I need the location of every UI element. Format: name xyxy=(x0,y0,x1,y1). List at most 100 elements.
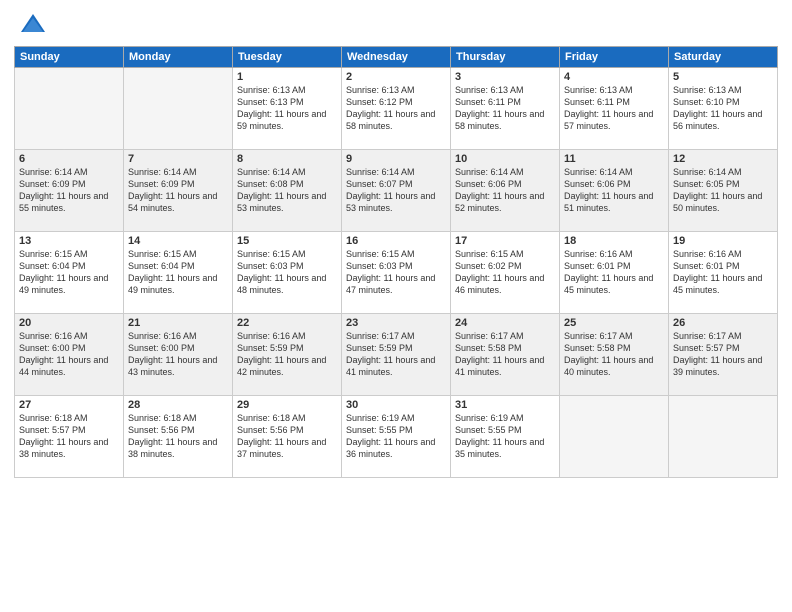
calendar-cell: 23Sunrise: 6:17 AMSunset: 5:59 PMDayligh… xyxy=(342,314,451,396)
day-info: Sunrise: 6:19 AMSunset: 5:55 PMDaylight:… xyxy=(346,412,446,461)
calendar-cell: 31Sunrise: 6:19 AMSunset: 5:55 PMDayligh… xyxy=(451,396,560,478)
day-info: Sunrise: 6:14 AMSunset: 6:09 PMDaylight:… xyxy=(19,166,119,215)
day-number: 21 xyxy=(128,317,228,329)
day-info: Sunrise: 6:17 AMSunset: 5:58 PMDaylight:… xyxy=(564,330,664,379)
day-number: 3 xyxy=(455,71,555,83)
calendar-cell: 4Sunrise: 6:13 AMSunset: 6:11 PMDaylight… xyxy=(560,68,669,150)
day-info: Sunrise: 6:18 AMSunset: 5:56 PMDaylight:… xyxy=(128,412,228,461)
day-number: 14 xyxy=(128,235,228,247)
calendar-cell: 27Sunrise: 6:18 AMSunset: 5:57 PMDayligh… xyxy=(15,396,124,478)
day-info: Sunrise: 6:17 AMSunset: 5:59 PMDaylight:… xyxy=(346,330,446,379)
calendar-cell: 28Sunrise: 6:18 AMSunset: 5:56 PMDayligh… xyxy=(124,396,233,478)
day-info: Sunrise: 6:14 AMSunset: 6:07 PMDaylight:… xyxy=(346,166,446,215)
day-number: 27 xyxy=(19,399,119,411)
weekday-header-wednesday: Wednesday xyxy=(342,47,451,68)
calendar-cell: 2Sunrise: 6:13 AMSunset: 6:12 PMDaylight… xyxy=(342,68,451,150)
day-number: 31 xyxy=(455,399,555,411)
day-info: Sunrise: 6:13 AMSunset: 6:11 PMDaylight:… xyxy=(564,84,664,133)
day-number: 16 xyxy=(346,235,446,247)
day-info: Sunrise: 6:16 AMSunset: 6:01 PMDaylight:… xyxy=(564,248,664,297)
day-info: Sunrise: 6:14 AMSunset: 6:08 PMDaylight:… xyxy=(237,166,337,215)
day-number: 28 xyxy=(128,399,228,411)
weekday-header-friday: Friday xyxy=(560,47,669,68)
calendar-cell xyxy=(15,68,124,150)
weekday-header-saturday: Saturday xyxy=(669,47,778,68)
day-number: 5 xyxy=(673,71,773,83)
day-number: 11 xyxy=(564,153,664,165)
calendar-cell: 3Sunrise: 6:13 AMSunset: 6:11 PMDaylight… xyxy=(451,68,560,150)
day-info: Sunrise: 6:17 AMSunset: 5:57 PMDaylight:… xyxy=(673,330,773,379)
calendar-cell: 24Sunrise: 6:17 AMSunset: 5:58 PMDayligh… xyxy=(451,314,560,396)
day-info: Sunrise: 6:16 AMSunset: 5:59 PMDaylight:… xyxy=(237,330,337,379)
calendar-cell: 17Sunrise: 6:15 AMSunset: 6:02 PMDayligh… xyxy=(451,232,560,314)
day-info: Sunrise: 6:15 AMSunset: 6:04 PMDaylight:… xyxy=(19,248,119,297)
calendar-cell: 20Sunrise: 6:16 AMSunset: 6:00 PMDayligh… xyxy=(15,314,124,396)
day-number: 4 xyxy=(564,71,664,83)
calendar-cell: 19Sunrise: 6:16 AMSunset: 6:01 PMDayligh… xyxy=(669,232,778,314)
day-info: Sunrise: 6:13 AMSunset: 6:11 PMDaylight:… xyxy=(455,84,555,133)
calendar-cell: 5Sunrise: 6:13 AMSunset: 6:10 PMDaylight… xyxy=(669,68,778,150)
logo xyxy=(14,10,47,38)
calendar-cell: 10Sunrise: 6:14 AMSunset: 6:06 PMDayligh… xyxy=(451,150,560,232)
day-info: Sunrise: 6:18 AMSunset: 5:57 PMDaylight:… xyxy=(19,412,119,461)
day-number: 30 xyxy=(346,399,446,411)
weekday-header-thursday: Thursday xyxy=(451,47,560,68)
day-number: 12 xyxy=(673,153,773,165)
day-info: Sunrise: 6:13 AMSunset: 6:10 PMDaylight:… xyxy=(673,84,773,133)
day-number: 19 xyxy=(673,235,773,247)
day-number: 8 xyxy=(237,153,337,165)
day-info: Sunrise: 6:13 AMSunset: 6:13 PMDaylight:… xyxy=(237,84,337,133)
day-info: Sunrise: 6:16 AMSunset: 6:00 PMDaylight:… xyxy=(128,330,228,379)
calendar-cell: 25Sunrise: 6:17 AMSunset: 5:58 PMDayligh… xyxy=(560,314,669,396)
day-info: Sunrise: 6:16 AMSunset: 6:01 PMDaylight:… xyxy=(673,248,773,297)
day-number: 15 xyxy=(237,235,337,247)
day-info: Sunrise: 6:16 AMSunset: 6:00 PMDaylight:… xyxy=(19,330,119,379)
day-number: 1 xyxy=(237,71,337,83)
calendar-cell: 16Sunrise: 6:15 AMSunset: 6:03 PMDayligh… xyxy=(342,232,451,314)
calendar-cell: 12Sunrise: 6:14 AMSunset: 6:05 PMDayligh… xyxy=(669,150,778,232)
calendar-cell: 29Sunrise: 6:18 AMSunset: 5:56 PMDayligh… xyxy=(233,396,342,478)
calendar-cell: 14Sunrise: 6:15 AMSunset: 6:04 PMDayligh… xyxy=(124,232,233,314)
day-number: 26 xyxy=(673,317,773,329)
day-number: 20 xyxy=(19,317,119,329)
logo-icon xyxy=(19,10,47,38)
day-number: 13 xyxy=(19,235,119,247)
calendar-cell xyxy=(560,396,669,478)
day-number: 24 xyxy=(455,317,555,329)
day-info: Sunrise: 6:15 AMSunset: 6:03 PMDaylight:… xyxy=(346,248,446,297)
day-info: Sunrise: 6:14 AMSunset: 6:09 PMDaylight:… xyxy=(128,166,228,215)
day-number: 22 xyxy=(237,317,337,329)
calendar-cell: 1Sunrise: 6:13 AMSunset: 6:13 PMDaylight… xyxy=(233,68,342,150)
day-info: Sunrise: 6:14 AMSunset: 6:05 PMDaylight:… xyxy=(673,166,773,215)
calendar-cell: 8Sunrise: 6:14 AMSunset: 6:08 PMDaylight… xyxy=(233,150,342,232)
day-number: 18 xyxy=(564,235,664,247)
day-info: Sunrise: 6:15 AMSunset: 6:03 PMDaylight:… xyxy=(237,248,337,297)
day-number: 6 xyxy=(19,153,119,165)
day-number: 29 xyxy=(237,399,337,411)
day-number: 7 xyxy=(128,153,228,165)
calendar-cell xyxy=(669,396,778,478)
day-info: Sunrise: 6:18 AMSunset: 5:56 PMDaylight:… xyxy=(237,412,337,461)
calendar-table: SundayMondayTuesdayWednesdayThursdayFrid… xyxy=(14,46,778,478)
calendar-cell: 21Sunrise: 6:16 AMSunset: 6:00 PMDayligh… xyxy=(124,314,233,396)
calendar-cell: 9Sunrise: 6:14 AMSunset: 6:07 PMDaylight… xyxy=(342,150,451,232)
calendar-cell: 11Sunrise: 6:14 AMSunset: 6:06 PMDayligh… xyxy=(560,150,669,232)
day-info: Sunrise: 6:17 AMSunset: 5:58 PMDaylight:… xyxy=(455,330,555,379)
day-number: 9 xyxy=(346,153,446,165)
day-number: 10 xyxy=(455,153,555,165)
calendar-cell: 26Sunrise: 6:17 AMSunset: 5:57 PMDayligh… xyxy=(669,314,778,396)
day-info: Sunrise: 6:13 AMSunset: 6:12 PMDaylight:… xyxy=(346,84,446,133)
day-number: 2 xyxy=(346,71,446,83)
day-number: 23 xyxy=(346,317,446,329)
weekday-header-tuesday: Tuesday xyxy=(233,47,342,68)
page: SundayMondayTuesdayWednesdayThursdayFrid… xyxy=(0,0,792,612)
day-info: Sunrise: 6:14 AMSunset: 6:06 PMDaylight:… xyxy=(564,166,664,215)
calendar-cell: 30Sunrise: 6:19 AMSunset: 5:55 PMDayligh… xyxy=(342,396,451,478)
day-info: Sunrise: 6:19 AMSunset: 5:55 PMDaylight:… xyxy=(455,412,555,461)
calendar-cell xyxy=(124,68,233,150)
header xyxy=(14,10,778,38)
calendar-cell: 22Sunrise: 6:16 AMSunset: 5:59 PMDayligh… xyxy=(233,314,342,396)
day-info: Sunrise: 6:14 AMSunset: 6:06 PMDaylight:… xyxy=(455,166,555,215)
day-info: Sunrise: 6:15 AMSunset: 6:02 PMDaylight:… xyxy=(455,248,555,297)
weekday-header-sunday: Sunday xyxy=(15,47,124,68)
